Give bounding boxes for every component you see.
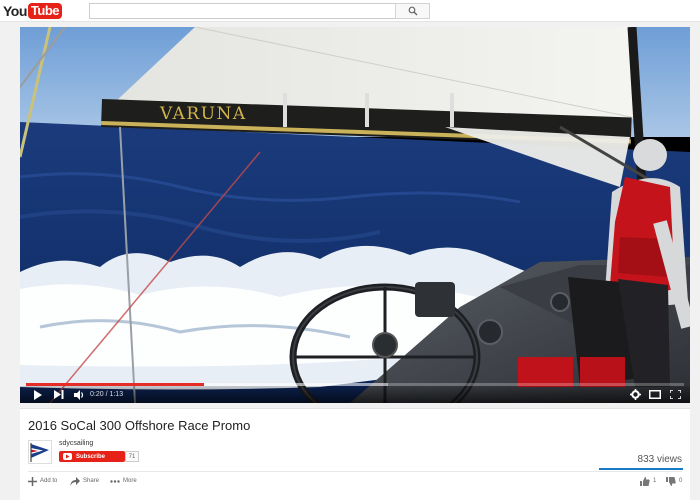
play-icon — [33, 389, 42, 400]
more-label: More — [123, 478, 137, 484]
time-display: 0:20 / 1:13 — [90, 389, 123, 400]
channel-burgee-icon — [30, 443, 49, 462]
boom-lettering: VARUNA — [159, 104, 247, 124]
player-controls: 0:20 / 1:13 — [20, 386, 690, 403]
subscriber-count: 71 — [125, 451, 139, 462]
volume-icon — [73, 389, 83, 400]
play-button[interactable] — [30, 388, 44, 401]
subscribe-button[interactable]: Subscribe — [59, 451, 125, 462]
duration: 1:13 — [109, 391, 124, 398]
dislike-count: 0 — [679, 478, 683, 484]
video-title: 2016 SoCal 300 Offshore Race Promo — [28, 418, 251, 433]
youtube-logo[interactable]: You Tube — [3, 3, 62, 19]
settings-button[interactable] — [628, 388, 642, 401]
share-button[interactable]: Share — [70, 475, 99, 487]
like-count: 1 — [653, 478, 657, 484]
more-button[interactable]: More — [110, 475, 137, 487]
share-label: Share — [83, 478, 100, 484]
view-count: 833 views — [637, 454, 682, 465]
fullscreen-icon — [669, 390, 681, 399]
add-to-label: Add to — [40, 478, 58, 484]
dislike-icon — [666, 476, 676, 486]
next-icon — [54, 390, 64, 399]
next-button[interactable] — [52, 388, 66, 401]
channel-avatar[interactable] — [28, 440, 52, 464]
add-icon — [28, 476, 37, 486]
search-button[interactable] — [395, 3, 430, 19]
more-icon — [110, 479, 120, 483]
current-time: 0:20 — [90, 391, 104, 398]
sentiment-bar — [599, 468, 683, 470]
sentiment-like-bar — [599, 468, 683, 470]
like-button[interactable]: 1 — [640, 475, 656, 487]
video-info-panel: 2016 SoCal 300 Offshore Race Promo sdycs… — [20, 408, 690, 500]
fullscreen-button[interactable] — [668, 388, 682, 401]
youtube-mini-icon — [63, 453, 72, 460]
search-input[interactable] — [89, 3, 396, 19]
search-icon — [408, 6, 417, 16]
video-frame[interactable]: VARUNA — [20, 27, 690, 403]
dislike-button[interactable]: 0 — [666, 475, 682, 487]
subscribe-label: Subscribe — [76, 453, 106, 460]
channel-name[interactable]: sdycsailing — [59, 440, 93, 447]
add-to-button[interactable]: Add to — [28, 475, 57, 487]
logo-you-text: You — [3, 3, 27, 19]
logo-tube-text: Tube — [27, 3, 62, 19]
like-icon — [640, 476, 650, 486]
video-player[interactable]: VARUNA 0:20 / 1:13 — [20, 27, 690, 403]
divider — [28, 471, 682, 472]
volume-button[interactable] — [72, 388, 86, 401]
settings-icon — [629, 389, 641, 400]
miniplayer-button[interactable] — [648, 388, 662, 401]
share-icon — [70, 476, 80, 486]
masthead: You Tube — [0, 0, 700, 22]
miniplayer-icon — [649, 390, 661, 399]
